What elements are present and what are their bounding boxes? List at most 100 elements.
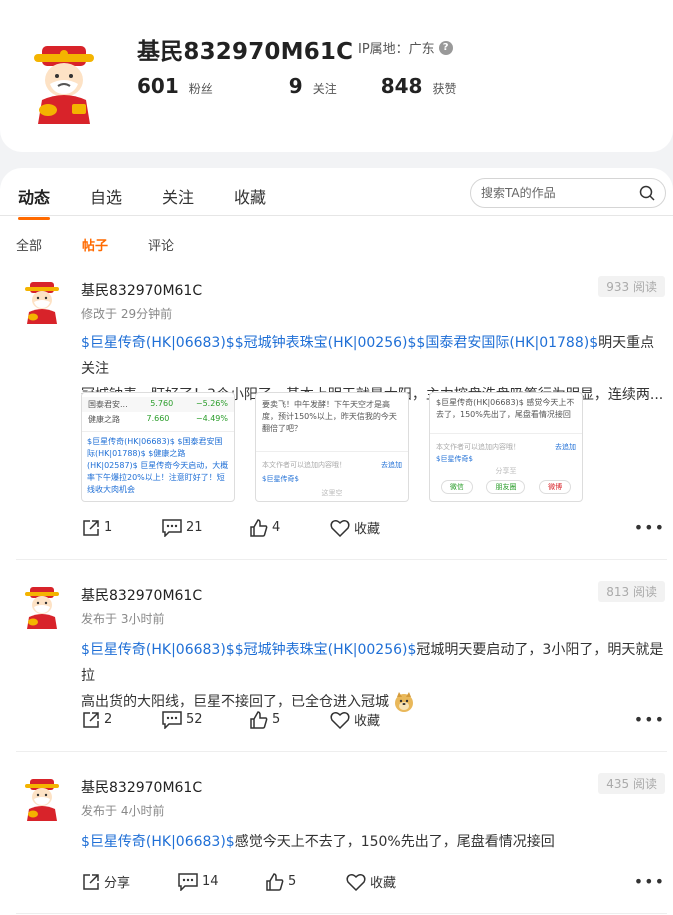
more-options-icon[interactable]: ••• bbox=[634, 710, 665, 729]
thumb-tag: $巨星传奇$ bbox=[262, 475, 299, 483]
post-content[interactable]: $巨星传奇(HK|06683)$感觉今天上不去了，150%先出了，尾盘看情况接回 bbox=[81, 829, 667, 855]
stock-tag[interactable]: $巨星传奇(HK|06683)$ bbox=[81, 335, 235, 351]
favorite-button[interactable]: 收藏 bbox=[346, 872, 396, 891]
profile-card: 基民832970M61C IP属地：广东 ? 601 粉丝 9 关注 848 获… bbox=[0, 10, 673, 152]
post-time: 发布于 3小时前 bbox=[81, 612, 165, 626]
thumb-body: 要卖飞！中午发酵！下午天空才是高度，预计150%以上，昨天信我的今天翻倍了吧？ bbox=[262, 400, 397, 433]
profile-stats: 601 粉丝 9 关注 848 获赞 bbox=[137, 74, 456, 98]
read-count-badge: 435 阅读 bbox=[598, 773, 665, 794]
heart-icon bbox=[330, 519, 350, 537]
stock-tag[interactable]: $巨星传奇(HK|06683)$ bbox=[81, 834, 235, 850]
comment-button[interactable]: 14 bbox=[178, 872, 266, 891]
avatar[interactable] bbox=[22, 587, 62, 629]
more-options-icon[interactable]: ••• bbox=[634, 518, 665, 537]
thumb-stock-name: 健康之路 bbox=[88, 415, 120, 424]
like-count: 5 bbox=[288, 874, 297, 889]
thumb-note: 本文作者可以追加内容哦！ bbox=[436, 443, 520, 451]
post-image[interactable]: 要卖飞！中午发酵！下午天空才是高度，预计150%以上，昨天信我的今天翻倍了吧？ … bbox=[255, 392, 409, 502]
divider bbox=[0, 215, 673, 216]
stat-label: 关注 bbox=[312, 82, 337, 96]
share-count: 2 bbox=[104, 712, 113, 727]
post-content[interactable]: $巨星传奇(HK|06683)$$冠城钟表珠宝(HK|00256)$冠城明天要启… bbox=[81, 637, 667, 715]
divider bbox=[16, 559, 667, 560]
thumb-share-weibo: 微博 bbox=[539, 480, 572, 494]
share-button[interactable]: 2 bbox=[82, 711, 162, 729]
comment-icon bbox=[162, 710, 182, 729]
profile-username: 基民832970M61C bbox=[137, 39, 354, 65]
help-icon[interactable]: ? bbox=[438, 40, 453, 55]
like-button[interactable]: 5 bbox=[266, 872, 346, 891]
ip-location: IP属地：广东 ? bbox=[358, 38, 453, 57]
thumb-stock-change: −4.49% bbox=[195, 414, 228, 423]
thumb-link: 去追加 bbox=[555, 443, 576, 451]
post-actions: 分享 14 5 收藏 bbox=[82, 872, 396, 891]
stock-tag[interactable]: $冠城钟表珠宝(HK|00256)$ bbox=[235, 335, 417, 351]
heart-icon bbox=[330, 711, 350, 729]
stock-tag[interactable]: $巨星传奇(HK|06683)$ bbox=[81, 642, 235, 658]
post-author[interactable]: 基民832970M61C bbox=[81, 280, 202, 300]
comment-count: 21 bbox=[186, 520, 203, 535]
stat-number: 848 bbox=[380, 74, 423, 98]
comment-count: 14 bbox=[202, 874, 219, 889]
thumb-body: $巨星传奇(HK|06683)$ 感觉今天上不去了，150%先出了，尾盘看情况接… bbox=[436, 398, 575, 419]
read-count-badge: 933 阅读 bbox=[598, 276, 665, 297]
search-input[interactable] bbox=[481, 186, 631, 200]
thumb-stock-change: −5.26% bbox=[195, 399, 228, 408]
ip-location-text: IP属地：广东 bbox=[358, 42, 435, 57]
comment-icon bbox=[162, 518, 182, 537]
comment-button[interactable]: 21 bbox=[162, 518, 250, 537]
thumb-foot: 这里空 bbox=[321, 489, 343, 497]
tab-favorites[interactable]: 收藏 bbox=[234, 184, 266, 208]
favorite-label: 收藏 bbox=[370, 876, 397, 891]
stat-likes[interactable]: 848 获赞 bbox=[381, 74, 457, 98]
comment-icon bbox=[178, 872, 198, 891]
thumb-share-wechat: 微信 bbox=[440, 480, 473, 494]
post-text-line2: 高出货的大阳线，巨星不接回了，已全仓进入冠城 bbox=[81, 694, 389, 710]
tab-following[interactable]: 关注 bbox=[162, 184, 194, 208]
main-tabs: 动态 自选 关注 收藏 bbox=[18, 184, 306, 220]
stock-tag[interactable]: $冠城钟表珠宝(HK|00256)$ bbox=[235, 642, 417, 658]
comment-button[interactable]: 52 bbox=[162, 710, 250, 729]
thumb-link: 去追加 bbox=[381, 461, 402, 469]
read-count-badge: 813 阅读 bbox=[598, 581, 665, 602]
thumb-stock-price: 5.760 bbox=[150, 399, 174, 408]
tab-activity[interactable]: 动态 bbox=[18, 184, 51, 220]
thumb-note: 本文作者可以追加内容哦！ bbox=[262, 461, 346, 469]
divider bbox=[16, 913, 667, 914]
stat-label: 获赞 bbox=[432, 82, 457, 96]
favorite-button[interactable]: 收藏 bbox=[330, 518, 380, 537]
more-options-icon[interactable]: ••• bbox=[634, 872, 665, 891]
post-actions: 1 21 4 收藏 bbox=[82, 518, 380, 537]
subtab-comments[interactable]: 评论 bbox=[148, 235, 174, 254]
share-label: 分享 bbox=[104, 876, 131, 891]
favorite-button[interactable]: 收藏 bbox=[330, 710, 380, 729]
like-count: 4 bbox=[272, 520, 281, 535]
stat-fans[interactable]: 601 粉丝 bbox=[137, 74, 213, 98]
post-image[interactable]: 国泰君安... 5.760 −5.26% 健康之路 7.660 −4.49% $巨星传奇… bbox=[81, 392, 235, 502]
thumbs-up-icon bbox=[266, 872, 284, 891]
stat-label: 粉丝 bbox=[188, 82, 213, 96]
share-icon bbox=[83, 711, 99, 728]
search-icon[interactable] bbox=[639, 185, 655, 201]
subtab-all[interactable]: 全部 bbox=[16, 235, 42, 254]
sub-tabs: 全部 帖子 评论 bbox=[16, 235, 214, 254]
like-count: 5 bbox=[272, 712, 281, 727]
search-box bbox=[470, 178, 666, 208]
like-button[interactable]: 5 bbox=[250, 710, 330, 729]
thumb-tag: $巨星传奇$ bbox=[436, 455, 473, 463]
share-button[interactable]: 1 bbox=[82, 519, 162, 537]
avatar[interactable] bbox=[22, 779, 62, 821]
like-button[interactable]: 4 bbox=[250, 518, 330, 537]
avatar[interactable] bbox=[22, 282, 62, 324]
post-image[interactable]: $巨星传奇(HK|06683)$ 感觉今天上不去了，150%先出了，尾盘看情况接… bbox=[429, 392, 583, 502]
post-author[interactable]: 基民832970M61C bbox=[81, 777, 202, 797]
share-button[interactable]: 分享 bbox=[82, 872, 178, 891]
thumb-body: $巨星传奇(HK|06683)$ $国泰君安国际(HK|01788)$ $健康之… bbox=[82, 431, 234, 500]
subtab-posts[interactable]: 帖子 bbox=[82, 235, 108, 254]
stock-tag[interactable]: $国泰君安国际(HK|01788)$ bbox=[416, 335, 598, 351]
stat-following[interactable]: 9 关注 bbox=[289, 74, 337, 98]
tab-watchlist[interactable]: 自选 bbox=[90, 184, 122, 208]
post-author[interactable]: 基民832970M61C bbox=[81, 585, 202, 605]
stat-number: 9 bbox=[288, 74, 303, 98]
avatar[interactable] bbox=[28, 46, 100, 124]
